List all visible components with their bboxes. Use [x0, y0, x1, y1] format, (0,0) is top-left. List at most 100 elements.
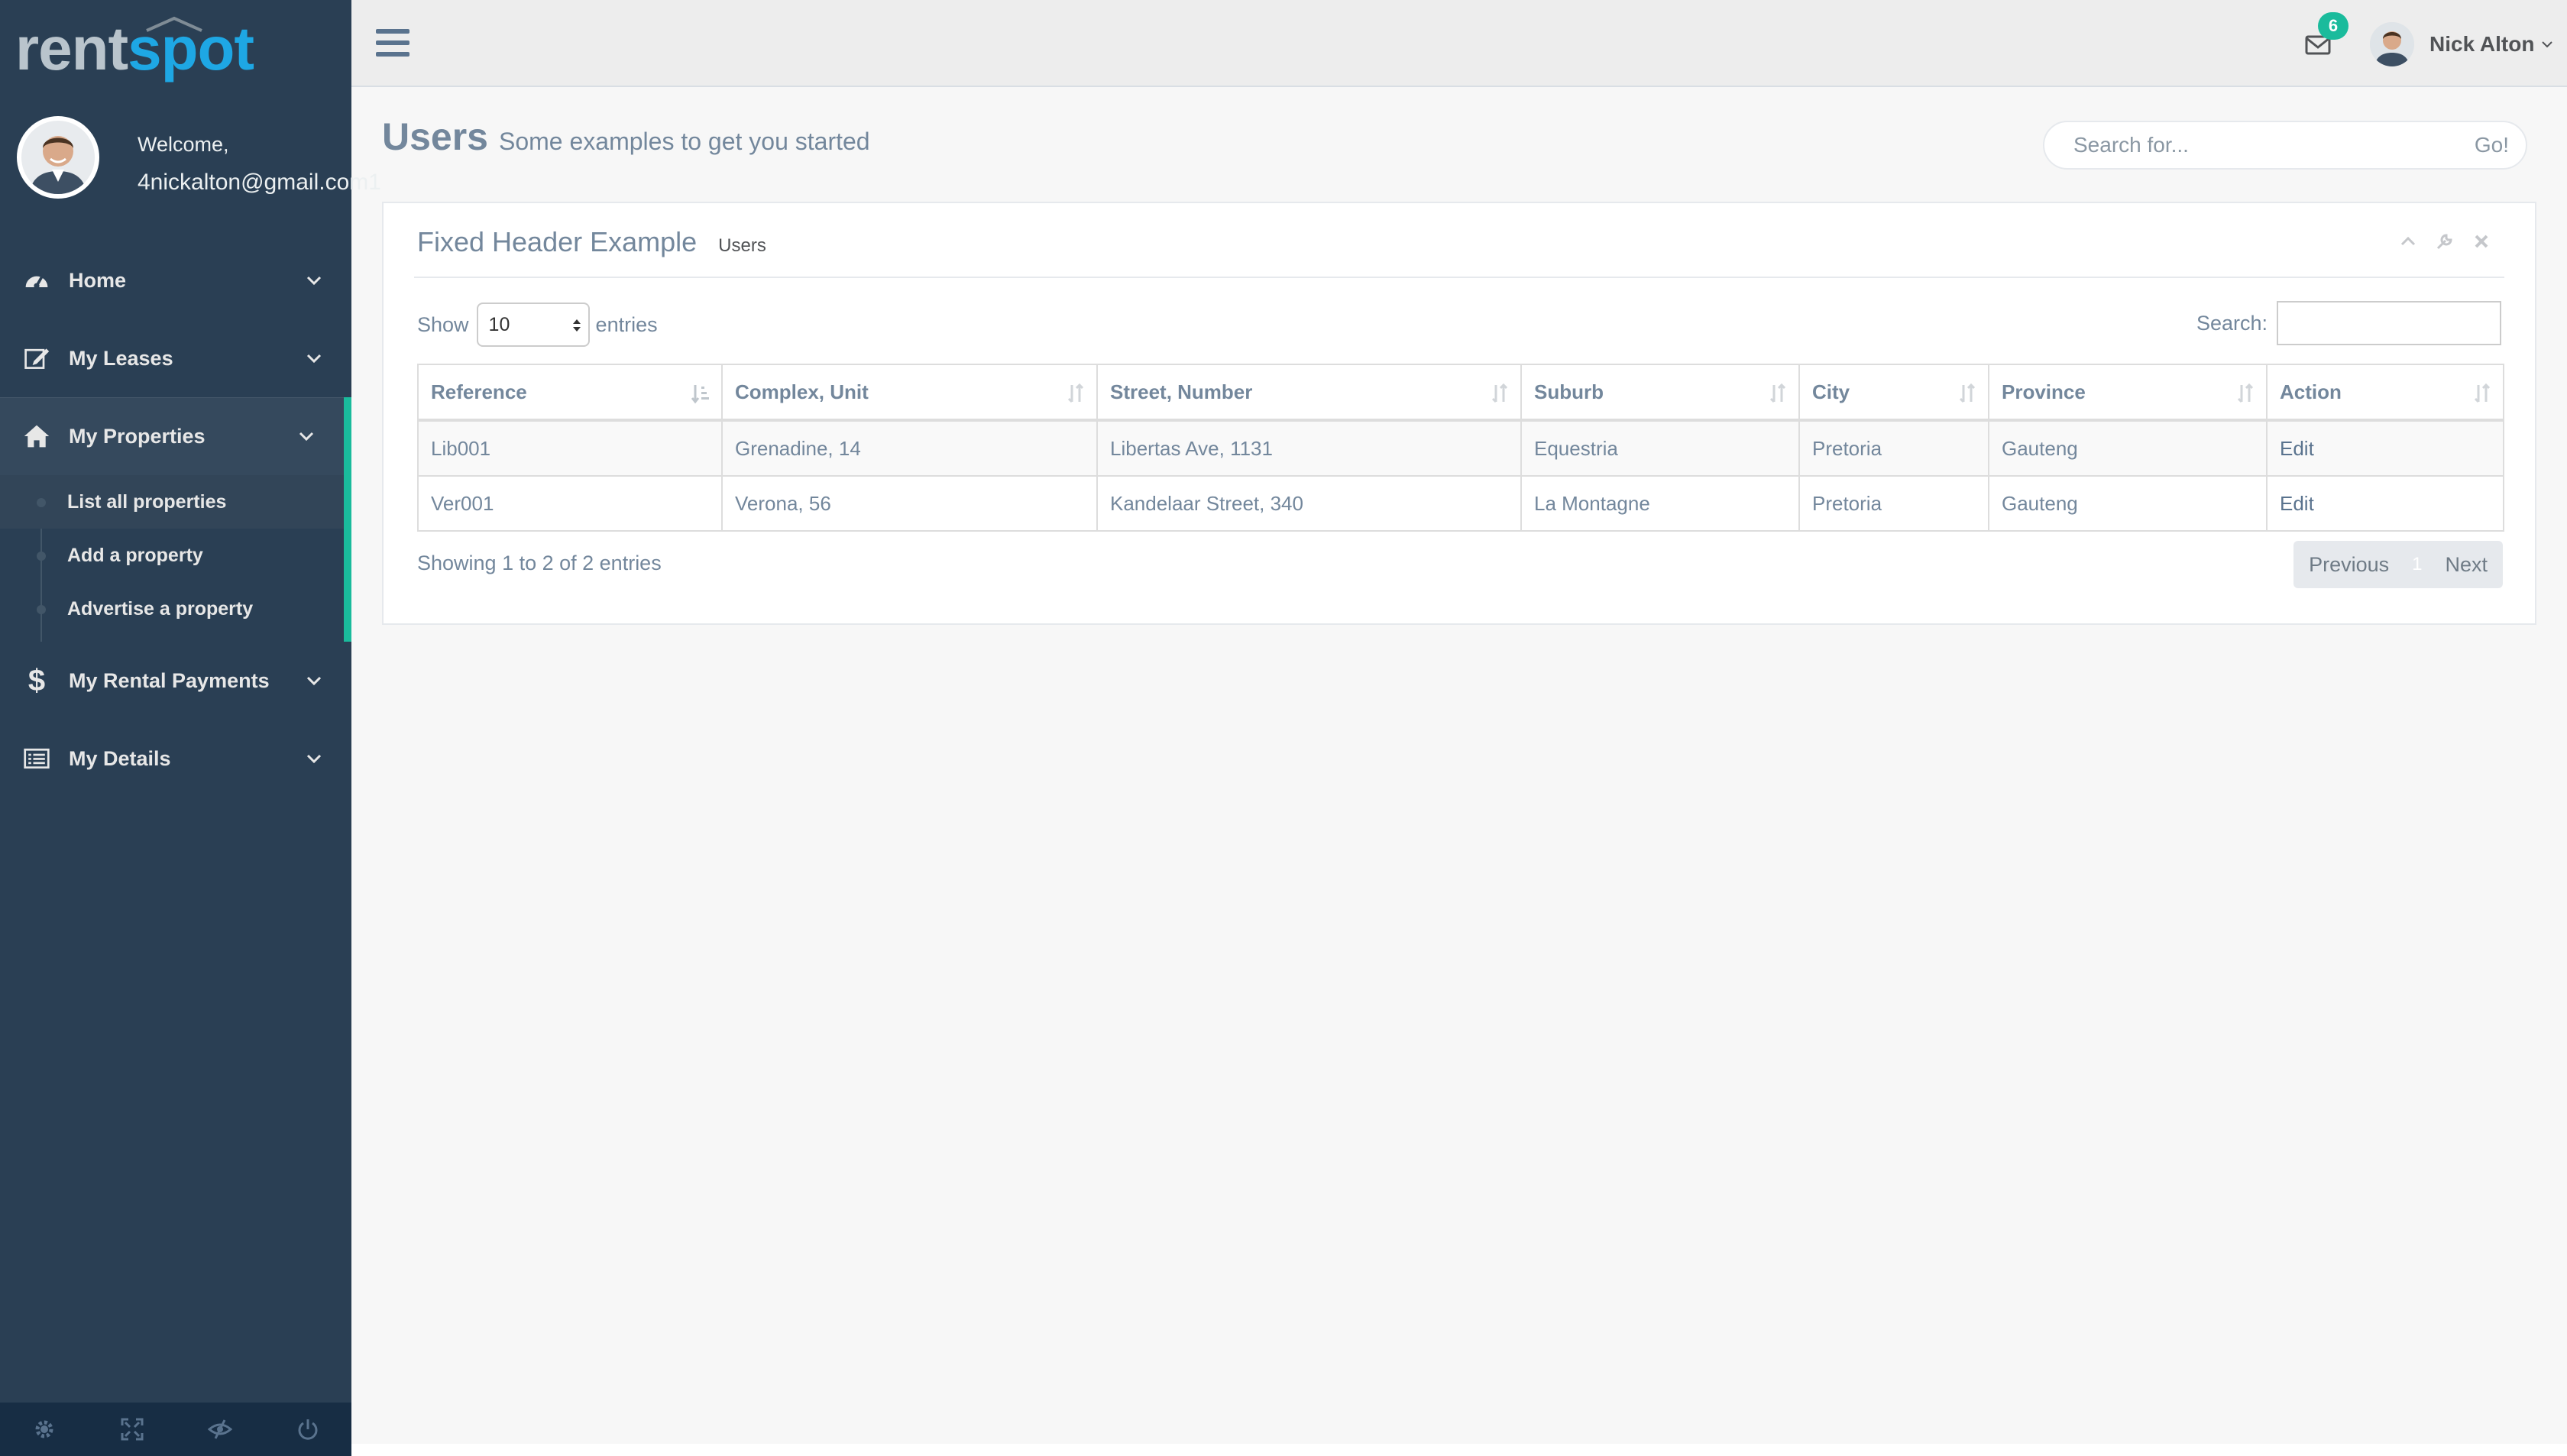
panel-title: Fixed Header Example Users: [417, 226, 766, 258]
search-input[interactable]: [2044, 132, 2475, 158]
bullet-icon: [37, 552, 46, 561]
settings-wrench-button[interactable]: [2436, 232, 2454, 251]
chevron-down-icon: [306, 276, 322, 286]
show-label: Show: [417, 312, 469, 336]
mail-count-badge: 6: [2318, 12, 2348, 40]
home-icon: [21, 421, 52, 451]
user-email: 4nickalton@gmail.com1: [138, 170, 381, 195]
user-name: Nick Alton: [2429, 32, 2535, 56]
column-header-action[interactable]: Action: [2266, 364, 2504, 422]
go-button[interactable]: Go!: [2475, 133, 2526, 157]
pagination: Previous 1 Next: [2293, 541, 2503, 588]
collapse-button[interactable]: [2399, 232, 2417, 251]
column-header-suburb[interactable]: Suburb: [1520, 364, 1800, 422]
settings-icon: [35, 1420, 53, 1438]
dollar-icon: $: [28, 663, 46, 697]
power-icon: [298, 1419, 317, 1440]
table-row: Ver001 Verona, 56 Kandelaar Street, 340 …: [417, 475, 2504, 532]
sidebar-item-home[interactable]: Home: [0, 241, 351, 319]
close-icon: [2475, 235, 2488, 248]
sort-icon: [1491, 383, 1508, 403]
column-header-label: Action: [2280, 380, 2342, 403]
panel-heading: Fixed Header Example: [417, 226, 698, 257]
column-header-label: City: [1812, 380, 1850, 403]
eye-slash-icon: [207, 1419, 232, 1439]
bullet-icon: [37, 605, 46, 614]
cell-complex-unit: Verona, 56: [721, 475, 1098, 532]
column-header-label: Province: [2002, 380, 2086, 403]
submenu-item-list-all-properties[interactable]: List all properties: [0, 475, 344, 529]
chevron-down-icon: [299, 432, 314, 442]
page-number-button[interactable]: 1: [2404, 554, 2429, 575]
user-menu[interactable]: Nick Alton: [2370, 21, 2554, 67]
profile-block: Welcome, 4nickalton@gmail.com1: [17, 116, 381, 208]
cell-street-number: Kandelaar Street, 340: [1096, 475, 1522, 532]
sidebar-item-label: Home: [69, 268, 127, 292]
cell-province: Gauteng: [1988, 419, 2268, 477]
cell-suburb: La Montagne: [1520, 475, 1800, 532]
sidebar-menu: Home My Leases My Properties List all pr…: [0, 241, 351, 798]
table-info: Showing 1 to 2 of 2 entries: [417, 552, 662, 574]
sidebar-item-label: My Leases: [69, 346, 173, 370]
settings-button[interactable]: [0, 1403, 88, 1456]
avatar-image: [21, 121, 95, 194]
cell-suburb: Equestria: [1520, 419, 1800, 477]
fullscreen-icon: [121, 1418, 143, 1441]
lock-screen-button[interactable]: [176, 1403, 264, 1456]
cell-reference: Lib001: [417, 419, 723, 477]
welcome-text: Welcome,: [138, 133, 229, 156]
sort-icon: [1769, 383, 1786, 403]
menu-toggle-icon[interactable]: [374, 26, 411, 60]
edit-icon: [21, 343, 52, 374]
table-header-row: Reference Complex, Unit Street, Number S…: [417, 364, 2504, 422]
top-search-group: Go!: [2043, 121, 2527, 170]
sort-icon: [1959, 383, 1976, 403]
chevron-down-icon: [306, 354, 322, 364]
fullscreen-button[interactable]: [88, 1403, 176, 1456]
page-footer: [351, 1444, 2567, 1456]
entries-label: entries: [595, 312, 658, 336]
chevron-down-icon: [306, 676, 322, 686]
column-header-complex-unit[interactable]: Complex, Unit: [721, 364, 1098, 422]
close-panel-button[interactable]: [2472, 232, 2491, 251]
logo-text-spot: spot: [128, 15, 254, 83]
sidebar-item-my-details[interactable]: My Details: [0, 720, 351, 798]
sidebar: rentspot Welcome, 4nickalton@gmail.com1 …: [0, 0, 381, 1456]
entries-select[interactable]: 10: [476, 303, 590, 347]
table-search: Search:: [2196, 301, 2501, 345]
column-header-province[interactable]: Province: [1988, 364, 2268, 422]
table-search-input[interactable]: [2277, 301, 2501, 345]
column-header-reference[interactable]: Reference: [417, 364, 723, 422]
edit-link[interactable]: Edit: [2266, 419, 2504, 477]
submenu-item-add-a-property[interactable]: Add a property: [0, 529, 344, 582]
sidebar-item-my-properties[interactable]: My Properties: [0, 397, 351, 475]
column-header-street-number[interactable]: Street, Number: [1096, 364, 1522, 422]
logout-button[interactable]: [264, 1403, 351, 1456]
sidebar-item-label: My Properties: [69, 424, 206, 448]
avatar: [2370, 22, 2414, 66]
next-page-button[interactable]: Next: [2429, 553, 2503, 577]
logo-text-rent: rent: [15, 15, 128, 83]
submenu-item-label: List all properties: [67, 490, 227, 513]
chevron-down-icon: [2542, 41, 2553, 48]
bullet-icon: [37, 498, 46, 507]
column-header-label: Suburb: [1534, 380, 1604, 403]
users-table: Reference Complex, Unit Street, Number S…: [417, 364, 2504, 532]
submenu-item-label: Add a property: [67, 544, 203, 566]
sidebar-item-my-rental-payments[interactable]: $ My Rental Payments: [0, 642, 351, 720]
page-title: Users Some examples to get you started: [382, 115, 870, 168]
previous-page-button[interactable]: Previous: [2293, 553, 2404, 577]
edit-link[interactable]: Edit: [2266, 475, 2504, 532]
panel-subtitle: Users: [718, 235, 766, 256]
entries-select-value: 10: [488, 313, 510, 335]
cell-reference: Ver001: [417, 475, 723, 532]
column-header-city[interactable]: City: [1798, 364, 1989, 422]
length-control: Show 10 entries: [417, 303, 658, 347]
sidebar-item-my-leases[interactable]: My Leases: [0, 319, 351, 397]
sidebar-item-label: My Rental Payments: [69, 668, 270, 692]
table-search-label: Search:: [2196, 311, 2268, 335]
avatar[interactable]: [17, 116, 99, 199]
rentspot-logo[interactable]: rentspot: [15, 11, 336, 87]
select-arrows-icon: [572, 319, 581, 332]
submenu-item-advertise-a-property[interactable]: Advertise a property: [0, 582, 344, 636]
